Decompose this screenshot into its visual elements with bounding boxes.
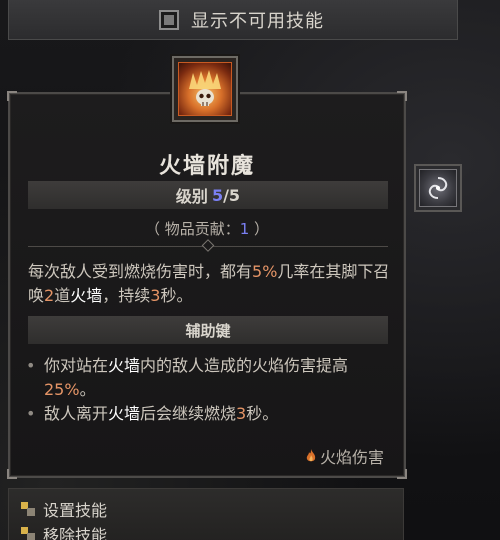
vortex-icon <box>419 169 457 207</box>
bullet-keyword: 火墙 <box>108 356 141 375</box>
modifier-list: • 你对站在火墙内的敌人造成的火焰伤害提高25%。 • 敌人离开火墙后会继续燃烧… <box>26 354 396 426</box>
desc-text: ，持续 <box>102 286 151 305</box>
item-contribution-value: 1 <box>239 220 250 238</box>
damage-type-label: 火焰伤害 <box>319 448 384 467</box>
bullet-icon: • <box>26 404 36 423</box>
desc-text: 道 <box>54 286 71 305</box>
bullet-text-part: 内的敌人造成的火焰伤害提高 <box>140 356 349 375</box>
remove-skill-button[interactable]: 移除技能 <box>21 522 107 540</box>
skill-icon-frame[interactable] <box>172 56 238 122</box>
menu-item-label: 移除技能 <box>43 526 108 540</box>
bullet-keyword: 火墙 <box>108 404 141 423</box>
skill-action-menu: 设置技能 移除技能 <box>8 488 404 540</box>
desc-text: 秒。 <box>160 286 193 305</box>
desc-text: 每次敌人受到燃烧伤害时，都有 <box>28 262 253 281</box>
corner-ornament <box>397 469 407 479</box>
list-item: • 敌人离开火墙后会继续燃烧3秒。 <box>26 402 396 426</box>
firewall-skull-icon <box>178 62 232 116</box>
divider <box>28 239 388 252</box>
rank-label: 级别 <box>175 187 208 206</box>
toggle-label: 显示不可用技能 <box>191 10 324 32</box>
bullet-text-part: 秒。 <box>246 404 279 423</box>
swirl-icon <box>428 177 448 199</box>
bullet-text-part: 。 <box>79 380 96 399</box>
damage-type-tag: 火焰伤害 <box>306 444 384 468</box>
skill-title: 火墙附魔 <box>158 154 255 179</box>
rank-current: 5 <box>211 185 224 205</box>
rank-max: 5 <box>228 185 241 205</box>
desc-keyword: 火墙 <box>70 286 103 305</box>
checkbox-icon[interactable] <box>159 9 179 30</box>
bullet-text: 敌人离开火墙后会继续燃烧3秒。 <box>44 402 396 426</box>
rank-bar: 级别 5 / 5 <box>28 181 388 209</box>
key-icon <box>21 502 35 516</box>
item-contribution-label: （ 物品贡献： <box>144 220 240 238</box>
divider-diamond-icon <box>201 239 215 252</box>
adjacent-skill-node[interactable] <box>414 164 462 212</box>
bullet-text-part: 敌人离开 <box>44 404 109 423</box>
bullet-text-part: 你对站在 <box>44 356 109 375</box>
corner-ornament <box>397 91 407 101</box>
item-contribution-suffix: ） <box>249 220 270 238</box>
desc-chance: 5% <box>252 262 278 281</box>
bullet-text-part: 后会继续燃烧 <box>140 404 237 423</box>
item-contribution: （ 物品贡献：1 ） <box>10 218 404 239</box>
fire-icon <box>306 449 316 462</box>
bullet-icon: • <box>26 356 36 375</box>
skill-description: 每次敌人受到燃烧伤害时，都有5%几率在其脚下召唤2道火墙，持续3秒。 <box>28 260 396 308</box>
set-skill-button[interactable]: 设置技能 <box>21 497 107 521</box>
bullet-text: 你对站在火墙内的敌人造成的火焰伤害提高 25%。 <box>44 354 396 402</box>
list-item: • 你对站在火墙内的敌人造成的火焰伤害提高 25%。 <box>26 354 396 402</box>
desc-duration: 3 <box>150 286 161 305</box>
corner-ornament <box>7 91 17 101</box>
modifier-header: 辅助键 <box>28 316 388 344</box>
desc-count: 2 <box>44 286 55 305</box>
skill-tooltip: 火墙附魔 级别 5 / 5 （ 物品贡献：1 ） 每次敌人受到燃烧伤害时，都有5… <box>7 91 407 479</box>
menu-item-label: 设置技能 <box>43 501 108 520</box>
show-unavailable-skills-toggle[interactable]: 显示不可用技能 <box>8 0 458 40</box>
skull-icon <box>189 70 221 106</box>
bullet-value: 3 <box>236 404 247 423</box>
key-icon <box>21 527 35 540</box>
bullet-value: 25% <box>44 380 80 399</box>
corner-ornament <box>7 469 17 479</box>
